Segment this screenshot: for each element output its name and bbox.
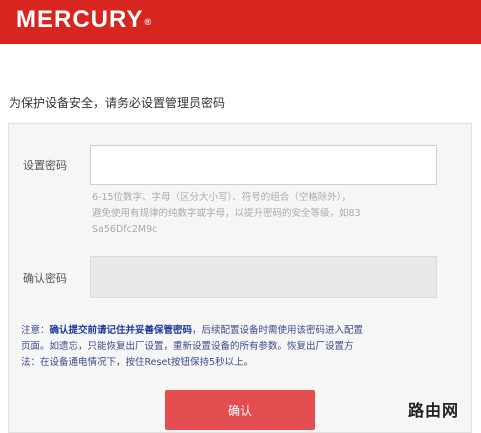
confirm-password-label: 确认密码 — [23, 272, 67, 285]
password-hint-line: 6-15位数字、字母（区分大小写）、符号的组合（空格除外）， — [92, 192, 352, 203]
confirm-password-input[interactable] — [90, 256, 437, 298]
notice-prefix: 注意： — [21, 325, 50, 336]
password-input[interactable] — [90, 145, 437, 185]
notice-text: 法：在设备通电情况下，按住Reset按钮保持5秒以上。 — [21, 357, 254, 368]
mercury-logo: MERCURY® — [16, 6, 153, 33]
page-heading: 为保护设备安全，请务必设置管理员密码 — [9, 96, 226, 110]
notice-emphasis: 确认提交前请记住并妥善保管密码 — [49, 325, 193, 336]
confirm-button[interactable]: 确认 — [165, 390, 315, 430]
password-label: 设置密码 — [23, 159, 67, 172]
security-notice: 注意：确认提交前请记住并妥善保管密码，后续配置设备时需使用该密码进入配置 页面。… — [21, 323, 461, 371]
password-hint: 6-15位数字、字母（区分大小写）、符号的组合（空格除外）， 避免使用有规律的纯… — [92, 190, 447, 238]
password-hint-line: 避免使用有规律的纯数字或字母，以提升密码的安全等级，如83 — [92, 208, 361, 219]
watermark-text: 路由网 — [408, 401, 460, 420]
notice-text: 页面。如遗忘，只能恢复出厂设置，重新设置设备的所有参数。恢复出厂设置方 — [21, 341, 354, 352]
notice-text: ，后续配置设备时需使用该密码进入配置 — [192, 325, 364, 336]
password-hint-line: Sa56Dfc2M9c — [92, 224, 158, 235]
top-bar: MERCURY® — [0, 0, 481, 44]
registered-mark: ® — [144, 17, 153, 27]
